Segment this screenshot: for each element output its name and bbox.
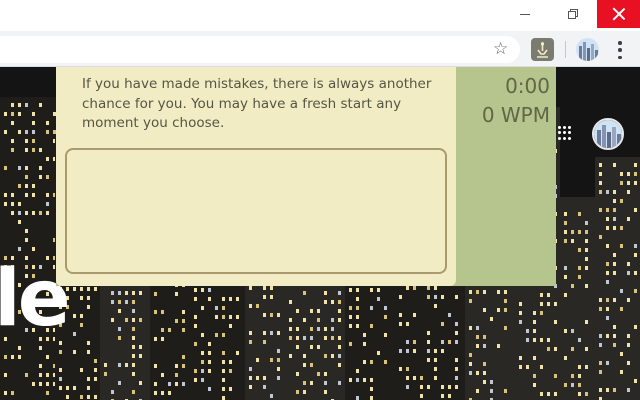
close-button[interactable] [597,0,640,28]
title-bar [0,0,640,31]
profile-avatar[interactable] [576,38,599,61]
browser-toolbar: ☆ [0,31,640,67]
star-icon[interactable]: ☆ [493,37,508,61]
typing-extension-icon[interactable] [531,38,554,61]
close-icon [613,8,625,20]
avatar-skyline-icon [576,38,599,61]
minimize-icon [520,13,530,15]
quote-text: If you have made mistakes, there is alwa… [82,76,432,131]
apps-grid-icon[interactable] [558,126,571,140]
timer-display: 0:00 [505,74,550,98]
typing-panel: If you have made mistakes, there is alwa… [56,67,456,286]
toolbar-divider [565,41,566,58]
avatar-skyline-icon [594,120,622,148]
typing-test-popup: If you have made mistakes, there is alwa… [56,67,556,286]
restore-icon [568,9,578,19]
page-profile-avatar[interactable] [592,118,624,150]
extension-glyph-icon [537,42,548,58]
kebab-menu-icon[interactable] [617,41,623,59]
typing-input[interactable] [65,148,447,274]
address-bar[interactable]: ☆ [0,36,520,63]
restore-button[interactable] [552,0,594,28]
minimize-button[interactable] [504,0,546,28]
wpm-display: 0 WPM [481,103,550,127]
